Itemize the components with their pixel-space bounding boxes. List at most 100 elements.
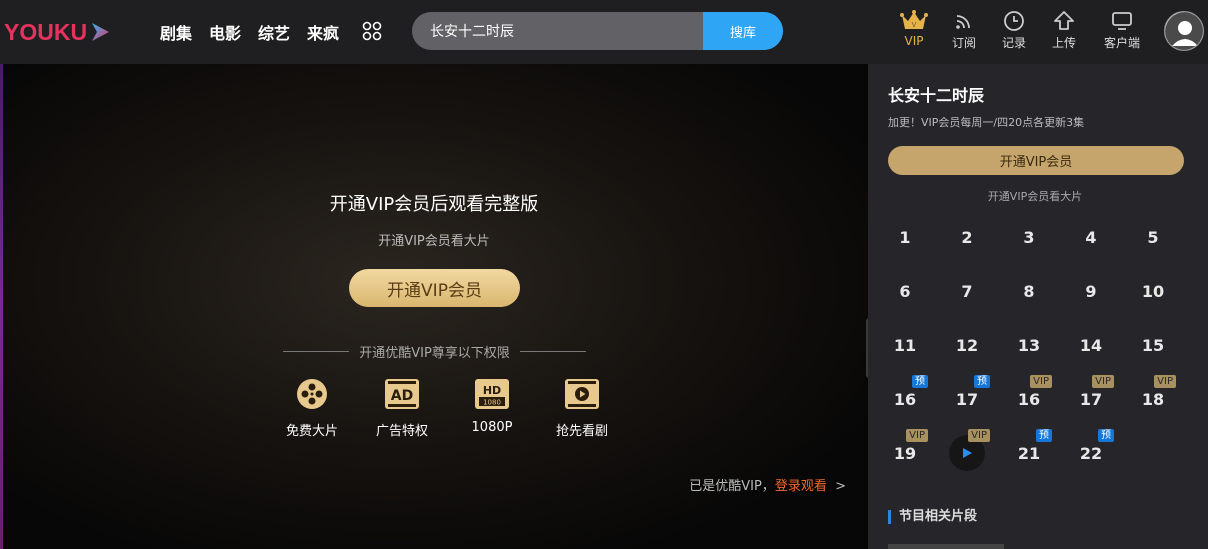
login-tip: 已是优酷VIP，登录观看 > (689, 475, 846, 494)
subscribe-button[interactable]: 订阅 (939, 8, 989, 51)
divider (283, 351, 350, 352)
vip-badge: VIP (1154, 375, 1176, 388)
episode-item[interactable]: 17 预 (942, 374, 992, 424)
episode-item[interactable]: 14 (1066, 320, 1116, 370)
nav-item-series[interactable]: 剧集 (160, 20, 192, 44)
preview-badge: 预 (1036, 429, 1052, 442)
episode-number: 3 (1023, 227, 1035, 247)
episode-item[interactable]: 10 (1128, 266, 1178, 316)
episode-item[interactable]: 5 (1128, 212, 1178, 262)
logo-play-icon (92, 23, 110, 41)
login-link[interactable]: 登录观看 (775, 479, 827, 494)
preview-badge: 预 (912, 375, 928, 388)
privilege-label: 抢先看剧 (555, 424, 608, 439)
episode-item[interactable]: 17 VIP (1066, 374, 1116, 424)
episode-number: 1 (899, 227, 911, 247)
episode-number: 21 (1017, 443, 1041, 463)
nav-item-variety[interactable]: 综艺 (258, 20, 290, 44)
search-button[interactable]: 搜库 (703, 12, 783, 50)
preview-badge: 预 (974, 375, 990, 388)
episode-item[interactable]: 9 (1066, 266, 1116, 316)
episode-item[interactable]: 13 (1004, 320, 1054, 370)
show-title: 长安十二时辰 (888, 86, 985, 105)
episode-item[interactable]: 16 VIP (1004, 374, 1054, 424)
episode-item[interactable]: 4 (1066, 212, 1116, 262)
episode-number: 5 (1147, 227, 1159, 247)
privilege-label: 1080P (471, 420, 513, 435)
episode-panel: 长安十二时辰 加更！VIP会员每周一/四20点各更新3集 开通VIP会员 开通V… (868, 64, 1208, 549)
rss-icon (953, 8, 975, 34)
video-player[interactable]: 开通VIP会员后观看完整版 开通VIP会员看大片 开通VIP会员 开通优酷VIP… (0, 64, 868, 549)
preview-badge: 预 (1098, 429, 1114, 442)
episode-number: 22 (1079, 443, 1103, 463)
episode-number: 11 (893, 335, 917, 355)
episode-number: 6 (899, 281, 911, 301)
upload-icon (1053, 8, 1075, 34)
subscribe-label: 订阅 (951, 36, 976, 50)
episode-number: 12 (955, 335, 979, 355)
logo-text: YOUKU (4, 18, 88, 45)
open-vip-button[interactable]: 开通VIP会员 (349, 269, 520, 307)
related-clip-thumbnail[interactable] (888, 544, 1004, 549)
login-arrow[interactable]: > (835, 479, 846, 494)
episode-number: 15 (1141, 335, 1165, 355)
episode-number: 16 (1017, 389, 1041, 409)
episode-item[interactable]: 22 预 (1066, 428, 1116, 478)
privilege-item: AD 广告特权 (357, 376, 447, 439)
privileges-header: 开通优酷VIP尊享以下权限 (283, 342, 587, 361)
episode-item[interactable]: 19 VIP (880, 428, 930, 478)
more-apps-icon[interactable] (362, 21, 382, 41)
user-avatar[interactable] (1164, 11, 1204, 51)
svg-text:HD: HD (483, 384, 501, 397)
episode-playing[interactable]: VIP (942, 428, 992, 478)
history-button[interactable]: 记录 (989, 8, 1039, 51)
episode-number: 2 (961, 227, 973, 247)
episode-item[interactable]: 3 (1004, 212, 1054, 262)
privilege-item: HD 1080 1080P (447, 376, 537, 439)
episode-number: 18 (1141, 389, 1165, 409)
paywall-title: 开通VIP会员后观看完整版 (329, 194, 539, 215)
episode-number: 13 (1017, 335, 1041, 355)
episode-number: 10 (1141, 281, 1165, 301)
episode-item[interactable]: 18 VIP (1128, 374, 1178, 424)
divider (519, 351, 587, 352)
episode-item[interactable]: 8 (1004, 266, 1054, 316)
privileges-list: 免费大片 AD 广告特权 HD 1080 1080P 抢先看剧 (267, 376, 627, 439)
episode-item[interactable]: 12 (942, 320, 992, 370)
clock-icon (1003, 8, 1025, 34)
episode-number: 7 (961, 281, 973, 301)
ad-icon: AD (384, 376, 420, 412)
privilege-item: 免费大片 (267, 376, 357, 439)
episode-item[interactable]: 6 (880, 266, 930, 316)
login-prefix: 已是优酷VIP， (689, 479, 775, 494)
history-label: 记录 (1001, 36, 1026, 50)
episode-item[interactable]: 1 (880, 212, 930, 262)
client-button[interactable]: 客户端 (1089, 8, 1155, 51)
side-vip-subtitle: 开通VIP会员看大片 (987, 190, 1083, 203)
youku-logo[interactable]: YOUKU (4, 18, 111, 46)
search-input[interactable] (412, 12, 702, 50)
svg-text:V: V (912, 21, 917, 29)
vip-button[interactable]: V VIP (895, 8, 933, 51)
client-label: 客户端 (1103, 36, 1140, 50)
hd-1080-icon: HD 1080 (474, 376, 510, 412)
vip-badge: VIP (906, 429, 928, 442)
episode-item[interactable]: 21 预 (1004, 428, 1054, 478)
vip-label: VIP (904, 34, 924, 48)
privilege-item: 抢先看剧 (537, 376, 627, 439)
episode-item[interactable]: 16 预 (880, 374, 930, 424)
side-open-vip-button[interactable]: 开通VIP会员 (888, 146, 1184, 175)
upload-button[interactable]: 上传 (1039, 8, 1089, 51)
show-update-info: 加更！VIP会员每周一/四20点各更新3集 (888, 116, 1085, 129)
episode-item[interactable]: 15 (1128, 320, 1178, 370)
svg-text:AD: AD (391, 388, 413, 404)
user-icon (1165, 12, 1203, 50)
nav-item-movies[interactable]: 电影 (209, 20, 241, 44)
nav-item-laifeng[interactable]: 来疯 (307, 20, 339, 44)
vip-badge: VIP (1030, 375, 1052, 388)
episode-item[interactable]: 2 (942, 212, 992, 262)
episode-number: 14 (1079, 335, 1103, 355)
episode-number: 17 (1079, 389, 1103, 409)
episode-item[interactable]: 11 (880, 320, 930, 370)
episode-item[interactable]: 7 (942, 266, 992, 316)
